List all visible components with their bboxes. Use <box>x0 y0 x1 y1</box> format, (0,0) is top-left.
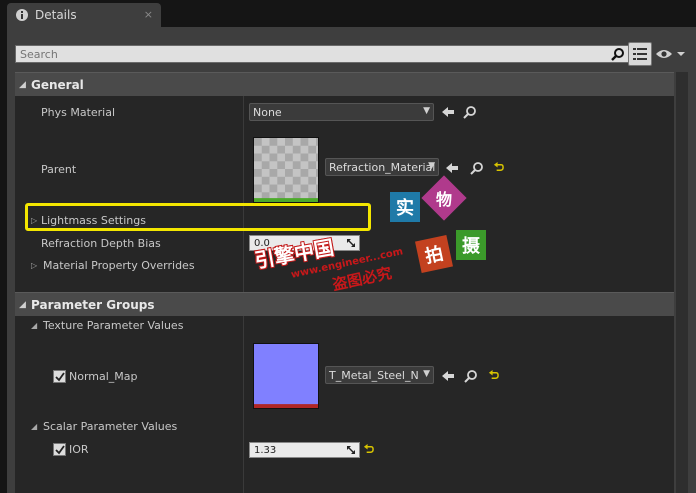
category-title: General <box>31 77 84 92</box>
tab-bar: Details × <box>0 0 696 27</box>
resize-grip-icon <box>347 446 355 454</box>
eye-icon <box>656 50 672 58</box>
reset-to-default-icon[interactable] <box>363 444 374 455</box>
ior-checkbox[interactable] <box>53 443 66 456</box>
normal-map-checkbox[interactable] <box>53 370 66 383</box>
chevron-down-icon: ▼ <box>423 106 430 116</box>
normal-map-combo[interactable]: T_Metal_Steel_N ▼ <box>325 366 434 384</box>
expand-arrow-icon[interactable]: ▷ <box>31 216 37 225</box>
column-divider <box>243 96 244 292</box>
parent-value: Refraction_Material <box>329 160 436 174</box>
reset-to-default-icon[interactable] <box>493 162 504 173</box>
material-property-overrides-label[interactable]: Material Property Overrides <box>43 259 195 272</box>
details-panel: ◢ General Phys Material None ▼ Parent <box>7 27 696 493</box>
ior-label: IOR <box>69 443 89 456</box>
category-parameter-groups[interactable]: ◢ Parameter Groups <box>15 292 674 316</box>
search-icon[interactable] <box>611 47 625 61</box>
info-icon <box>16 9 28 21</box>
collapse-arrow-icon[interactable]: ◢ <box>31 422 37 431</box>
lightmass-settings-label[interactable]: Lightmass Settings <box>41 214 146 227</box>
normal-map-thumbnail[interactable] <box>253 343 319 409</box>
collapse-arrow-icon: ◢ <box>19 79 26 90</box>
chevron-down-icon: ▼ <box>428 161 435 171</box>
collapse-arrow-icon[interactable]: ◢ <box>31 321 37 330</box>
category-title: Parameter Groups <box>31 297 155 312</box>
browse-search-icon[interactable] <box>463 105 477 119</box>
reset-to-default-icon[interactable] <box>488 370 499 381</box>
expand-arrow-icon[interactable]: ▷ <box>31 261 37 270</box>
tab-details[interactable]: Details × <box>7 3 161 27</box>
category-general[interactable]: ◢ General <box>15 72 674 96</box>
search-box[interactable] <box>15 45 629 63</box>
visibility-dropdown[interactable] <box>655 44 687 64</box>
refraction-depth-bias-label: Refraction Depth Bias <box>41 237 161 250</box>
scrollbar[interactable] <box>676 72 688 493</box>
search-input[interactable] <box>16 46 606 62</box>
close-icon[interactable]: × <box>144 8 153 21</box>
parent-material-thumbnail[interactable] <box>253 137 319 203</box>
list-view-icon <box>633 48 647 60</box>
ior-input[interactable]: 1.33 <box>249 442 360 458</box>
resize-grip-icon <box>347 239 355 247</box>
properties-list: ◢ General Phys Material None ▼ Parent Re… <box>15 72 674 493</box>
use-selected-arrow-icon[interactable] <box>441 105 455 119</box>
browse-search-icon[interactable] <box>470 161 484 175</box>
column-divider <box>243 316 244 493</box>
use-selected-arrow-icon[interactable] <box>445 161 459 175</box>
chevron-down-icon: ▼ <box>423 369 430 379</box>
check-icon <box>54 444 65 454</box>
browse-search-icon[interactable] <box>464 369 478 383</box>
tab-title: Details <box>35 8 77 22</box>
refraction-depth-bias-input[interactable]: 0.0 <box>249 235 360 251</box>
parent-label: Parent <box>41 163 77 176</box>
view-options-button[interactable] <box>628 42 652 66</box>
phys-material-combo[interactable]: None ▼ <box>249 103 434 121</box>
phys-material-value: None <box>253 105 282 119</box>
normal-map-value: T_Metal_Steel_N <box>329 368 419 382</box>
ior-value: 1.33 <box>254 444 277 456</box>
use-selected-arrow-icon[interactable] <box>441 369 455 383</box>
refraction-depth-bias-value: 0.0 <box>254 237 270 249</box>
parent-combo[interactable]: Refraction_Material ▼ <box>325 158 439 176</box>
check-icon <box>54 371 65 381</box>
scalar-parameter-values-label[interactable]: Scalar Parameter Values <box>43 420 177 433</box>
normal-map-label: Normal_Map <box>69 370 138 383</box>
collapse-arrow-icon: ◢ <box>19 299 26 310</box>
texture-parameter-values-label[interactable]: Texture Parameter Values <box>43 319 183 332</box>
chevron-down-icon <box>677 52 685 56</box>
phys-material-label: Phys Material <box>41 106 116 119</box>
